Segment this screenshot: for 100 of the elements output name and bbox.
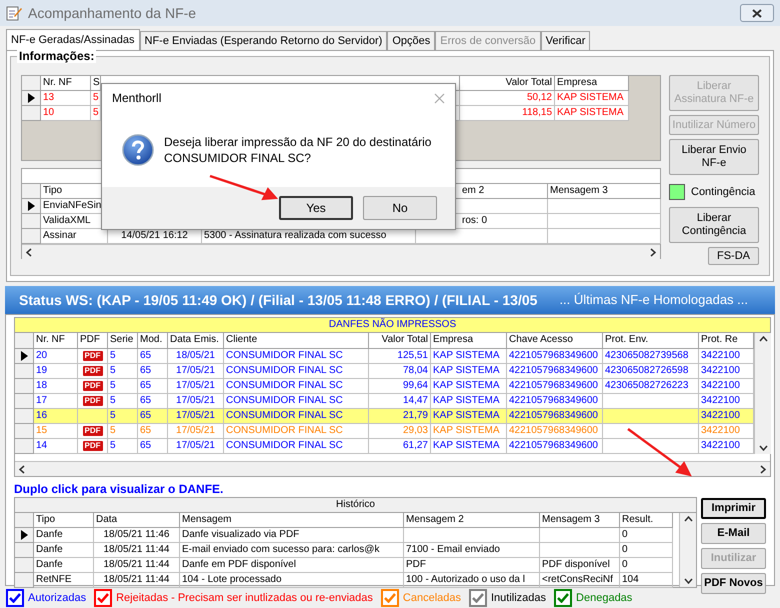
table-cell: 5 [108,439,138,454]
pdf-icon[interactable]: PDF [82,351,102,361]
column-header[interactable]: Valor Total [460,76,555,91]
grid-title: DANFES NÃO IMPRESSOS [15,318,770,333]
check-icon [557,593,570,603]
table-cell: 104 - Lote processado [180,573,404,588]
legend-checkbox[interactable] [6,589,24,607]
tab[interactable]: Opções [387,31,436,50]
row-header[interactable] [15,349,34,364]
dialog-button[interactable]: No [363,196,437,220]
scroll-left-icon[interactable] [19,464,25,474]
column-header[interactable]: Nr. NF [34,333,78,349]
column-header[interactable]: Data Emis. [168,333,224,349]
legend-checkbox[interactable] [468,589,487,607]
column-header[interactable]: Chave Acesso [507,333,603,349]
close-icon[interactable] [434,92,445,104]
scroll-right-icon[interactable] [650,248,656,256]
pdf-icon[interactable]: PDF [82,366,102,376]
column-header[interactable]: Prot. Re [699,333,754,349]
legend-checkbox[interactable] [94,589,112,607]
column-header[interactable]: Mensagem [180,513,404,528]
column-header[interactable]: S [91,76,101,91]
action-button[interactable]: Imprimir [701,498,766,519]
column-header[interactable]: Valor Total [369,333,431,349]
close-button[interactable] [740,4,774,22]
column-header[interactable]: Serie [108,333,138,349]
contingency-label: Contingência [691,184,756,200]
notepad-icon [6,5,22,21]
table-cell: CONSUMIDOR FINAL SC [224,439,369,454]
row-header[interactable] [15,528,34,543]
pdf-icon[interactable]: PDF [82,381,102,391]
column-header[interactable]: Tipo [34,513,94,528]
fsda-button[interactable]: FS-DA [708,247,759,265]
table-cell: Danfe visualizado via PDF [180,528,404,543]
scrollbar[interactable] [754,333,771,454]
check-icon [384,593,396,603]
table-cell: 18/05/21 11:44 [94,543,180,558]
scroll-up-icon[interactable] [684,516,692,522]
current-row-icon [20,351,28,361]
dialog-button[interactable]: Yes [279,196,353,220]
current-row-icon [28,93,34,103]
column-header[interactable]: Nr. NF [41,76,91,91]
legend-checkbox[interactable] [380,589,399,607]
current-row-icon [20,530,28,540]
column-header[interactable]: Mensagem 3 [540,513,620,528]
column-header[interactable]: Data [94,513,180,528]
action-button[interactable]: Liberar Contingência [669,207,759,243]
scrollbar[interactable] [679,513,696,587]
check-icon [97,593,110,603]
column-header[interactable]: Cliente [224,333,369,349]
scrollbar[interactable] [22,244,660,259]
table-cell: 7100 - Email enviado [404,543,540,558]
table-cell: 5 [91,106,101,121]
table-cell: <retConsReciNf [540,573,620,588]
check-icon [472,593,484,603]
scroll-down-icon[interactable] [684,578,692,584]
pdf-icon[interactable]: PDF [82,441,102,451]
tab[interactable]: NF-e Enviadas (Esperando Retorno do Servidor) [140,31,388,50]
column-header[interactable]: Mensagem 3 [548,184,661,199]
legend-label: Inutilizadas [490,590,546,606]
annotation-arrow [627,428,692,476]
annotation-arrow [210,174,278,200]
current-row-icon [28,201,34,211]
table-cell: PDF disponível [540,558,620,573]
action-button[interactable]: PDF Novos [701,573,766,594]
table-cell: 5 [91,91,101,106]
row-header[interactable] [22,91,41,106]
column-header[interactable]: Mod. [138,333,168,349]
scroll-right-icon[interactable] [760,464,766,474]
table-cell: 65 [138,439,168,454]
scroll-up-icon[interactable] [758,336,768,342]
table-cell: KAP SISTEMA [431,439,507,454]
column-header[interactable]: Mensagem 2 [404,513,540,528]
table-cell: 18/05/21 11:44 [94,573,180,588]
tab[interactable]: Verificar [540,31,590,50]
column-header[interactable]: Empresa [555,76,629,91]
table-cell: 0 [620,543,673,558]
pdf-icon[interactable]: PDF [82,426,102,436]
legend-checkbox[interactable] [554,589,572,607]
scroll-left-icon[interactable] [26,248,32,256]
table-cell: Danfe em PDF disponível [180,558,404,573]
table-cell: 18/05/21 11:46 [94,528,180,543]
column-header[interactable]: Empresa [431,333,507,349]
column-header[interactable]: Result. [620,513,673,528]
table-cell: RetNFE [34,573,94,588]
row-header[interactable] [22,199,41,214]
pdf-icon[interactable]: PDF [82,396,102,406]
column-header[interactable]: PDF [78,333,108,349]
table-cell: Danfe [34,528,94,543]
action-button[interactable]: Liberar Envio NF-e [669,139,759,175]
legend-label: Denegadas [576,590,632,606]
table-cell: 0 [620,528,673,543]
table-cell: 13 [41,91,91,106]
column-header[interactable]: Prot. Env. [603,333,699,349]
table-cell: 10 [41,106,91,121]
tab[interactable]: NF-e Geradas/Assinadas [6,29,140,50]
table-cell: 17/05/21 [168,439,224,454]
scroll-down-icon[interactable] [758,445,768,451]
scrollbar[interactable] [15,461,770,476]
action-button[interactable]: E-Mail [701,523,766,544]
